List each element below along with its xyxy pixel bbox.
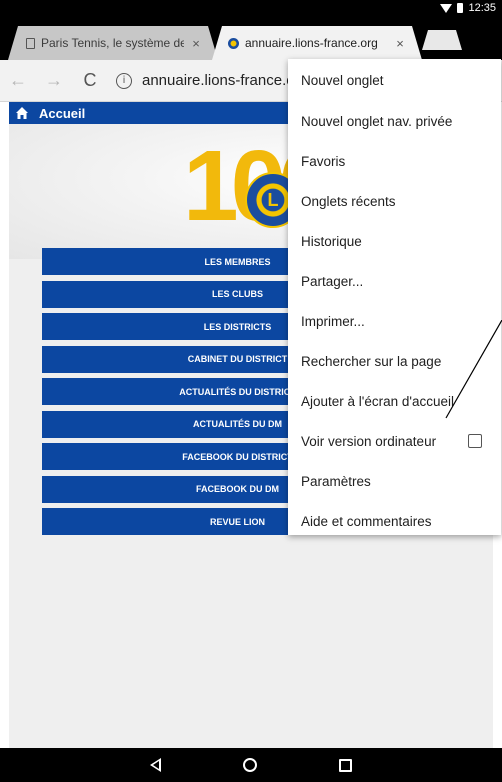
menu-item-find-in-page[interactable]: Rechercher sur la page — [288, 341, 501, 381]
home-icon[interactable] — [15, 106, 29, 120]
back-triangle-icon[interactable] — [150, 758, 161, 772]
close-tab-icon[interactable]: × — [184, 36, 208, 51]
desktop-site-label: Voir version ordinateur — [301, 433, 437, 449]
new-tab-button[interactable] — [422, 30, 462, 50]
tab-paris-tennis[interactable]: Paris Tennis, le système de r × — [8, 26, 218, 60]
menu-item-share[interactable]: Partager... — [288, 261, 501, 301]
back-button[interactable]: ← — [0, 70, 36, 91]
document-icon — [26, 37, 35, 49]
wifi-icon — [440, 3, 453, 13]
menu-item-incognito-tab[interactable]: Nouvel onglet nav. privée — [288, 101, 501, 141]
url-text: annuaire.lions-france.org — [142, 72, 308, 89]
header-title[interactable]: Accueil — [39, 106, 85, 121]
tab-strip: Paris Tennis, le système de r × annuaire… — [0, 18, 502, 60]
overflow-menu: Nouvel onglet Nouvel onglet nav. privée … — [288, 59, 501, 535]
screen: 12:35 Paris Tennis, le système de r × an… — [0, 0, 502, 782]
reload-button[interactable]: C — [72, 70, 108, 91]
lions-favicon-icon — [228, 37, 239, 49]
forward-button[interactable]: → — [36, 70, 72, 91]
close-tab-icon[interactable]: × — [388, 36, 412, 51]
home-circle-icon[interactable] — [243, 758, 257, 772]
menu-item-recent-tabs[interactable]: Onglets récents — [288, 181, 501, 221]
menu-item-help-feedback[interactable]: Aide et commentaires — [288, 501, 501, 541]
menu-item-new-tab[interactable]: Nouvel onglet — [288, 59, 501, 101]
menu-item-settings[interactable]: Paramètres — [288, 461, 501, 501]
battery-icon — [457, 3, 464, 13]
status-bar: 12:35 — [0, 0, 502, 18]
tab-label: Paris Tennis, le système de r — [41, 36, 184, 50]
info-icon[interactable]: i — [116, 72, 132, 89]
menu-item-history[interactable]: Historique — [288, 221, 501, 261]
recent-apps-icon[interactable] — [339, 758, 352, 772]
tab-lions-france[interactable]: annuaire.lions-france.org × — [212, 26, 422, 60]
menu-item-print[interactable]: Imprimer... — [288, 301, 501, 341]
status-time: 12:35 — [468, 2, 496, 14]
menu-item-bookmarks[interactable]: Favoris — [288, 141, 501, 181]
menu-item-desktop-site[interactable]: Voir version ordinateur — [288, 421, 501, 461]
desktop-site-checkbox[interactable] — [468, 434, 482, 448]
tab-label: annuaire.lions-france.org — [245, 36, 378, 50]
menu-item-add-to-homescreen[interactable]: Ajouter à l'écran d'accueil — [288, 381, 501, 421]
android-nav-bar — [0, 748, 502, 782]
